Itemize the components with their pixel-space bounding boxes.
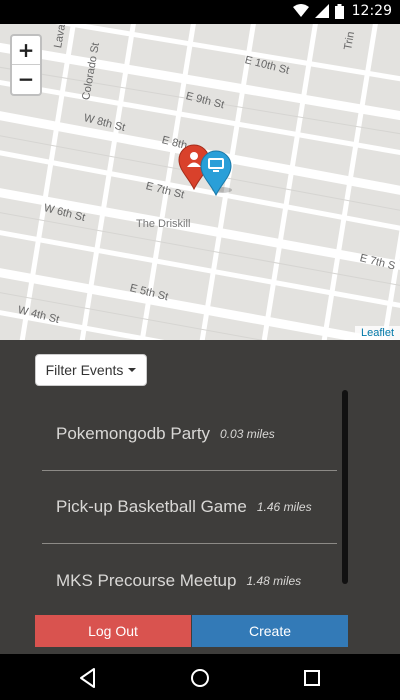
status-time: 12:29 xyxy=(351,3,392,19)
status-bar: 12:29 xyxy=(0,0,400,24)
logout-button[interactable]: Log Out xyxy=(35,615,191,647)
map[interactable]: E 10th St E 9th St W 8th St E 8th E 7th … xyxy=(0,24,400,340)
status-icons: 12:29 xyxy=(292,3,392,19)
navigation-bar xyxy=(0,654,400,700)
filter-events-label: Filter Events xyxy=(45,362,124,378)
event-distance: 1.46 miles xyxy=(256,500,312,514)
event-list-scrollbar[interactable] xyxy=(342,390,348,584)
filter-events-button[interactable]: Filter Events xyxy=(35,354,147,386)
event-list: Pokemongodb Party 0.03 miles Pick-up Bas… xyxy=(42,398,337,617)
recents-icon[interactable] xyxy=(300,666,324,690)
event-list-item[interactable]: Pick-up Basketball Game 1.46 miles xyxy=(42,471,337,544)
zoom-control: + − xyxy=(10,34,42,96)
event-name: MKS Precourse Meetup xyxy=(56,570,237,590)
zoom-out-button[interactable]: − xyxy=(12,65,40,94)
events-panel: Filter Events Pokemongodb Party 0.03 mil… xyxy=(0,340,400,654)
create-button[interactable]: Create xyxy=(192,615,348,647)
battery-icon xyxy=(334,3,344,19)
leaflet-attribution-link[interactable]: Leaflet xyxy=(354,326,400,340)
caret-down-icon xyxy=(128,368,137,372)
wifi-icon xyxy=(292,4,309,17)
signal-icon xyxy=(314,4,329,18)
event-distance: 0.03 miles xyxy=(220,427,275,441)
landmark-label: The Driskill xyxy=(136,218,191,230)
back-icon[interactable] xyxy=(76,666,100,690)
event-name: Pick-up Basketball Game xyxy=(56,497,247,516)
event-list-item[interactable]: Pokemongodb Party 0.03 miles xyxy=(42,398,337,471)
event-list-item[interactable]: MKS Precourse Meetup 1.48 miles xyxy=(42,544,337,617)
home-icon[interactable] xyxy=(188,666,212,690)
event-distance: 1.48 miles xyxy=(246,573,302,588)
zoom-in-button[interactable]: + xyxy=(12,36,40,65)
person-icon xyxy=(190,152,198,160)
event-marker[interactable] xyxy=(200,150,232,196)
event-name: Pokemongodb Party xyxy=(56,424,211,443)
